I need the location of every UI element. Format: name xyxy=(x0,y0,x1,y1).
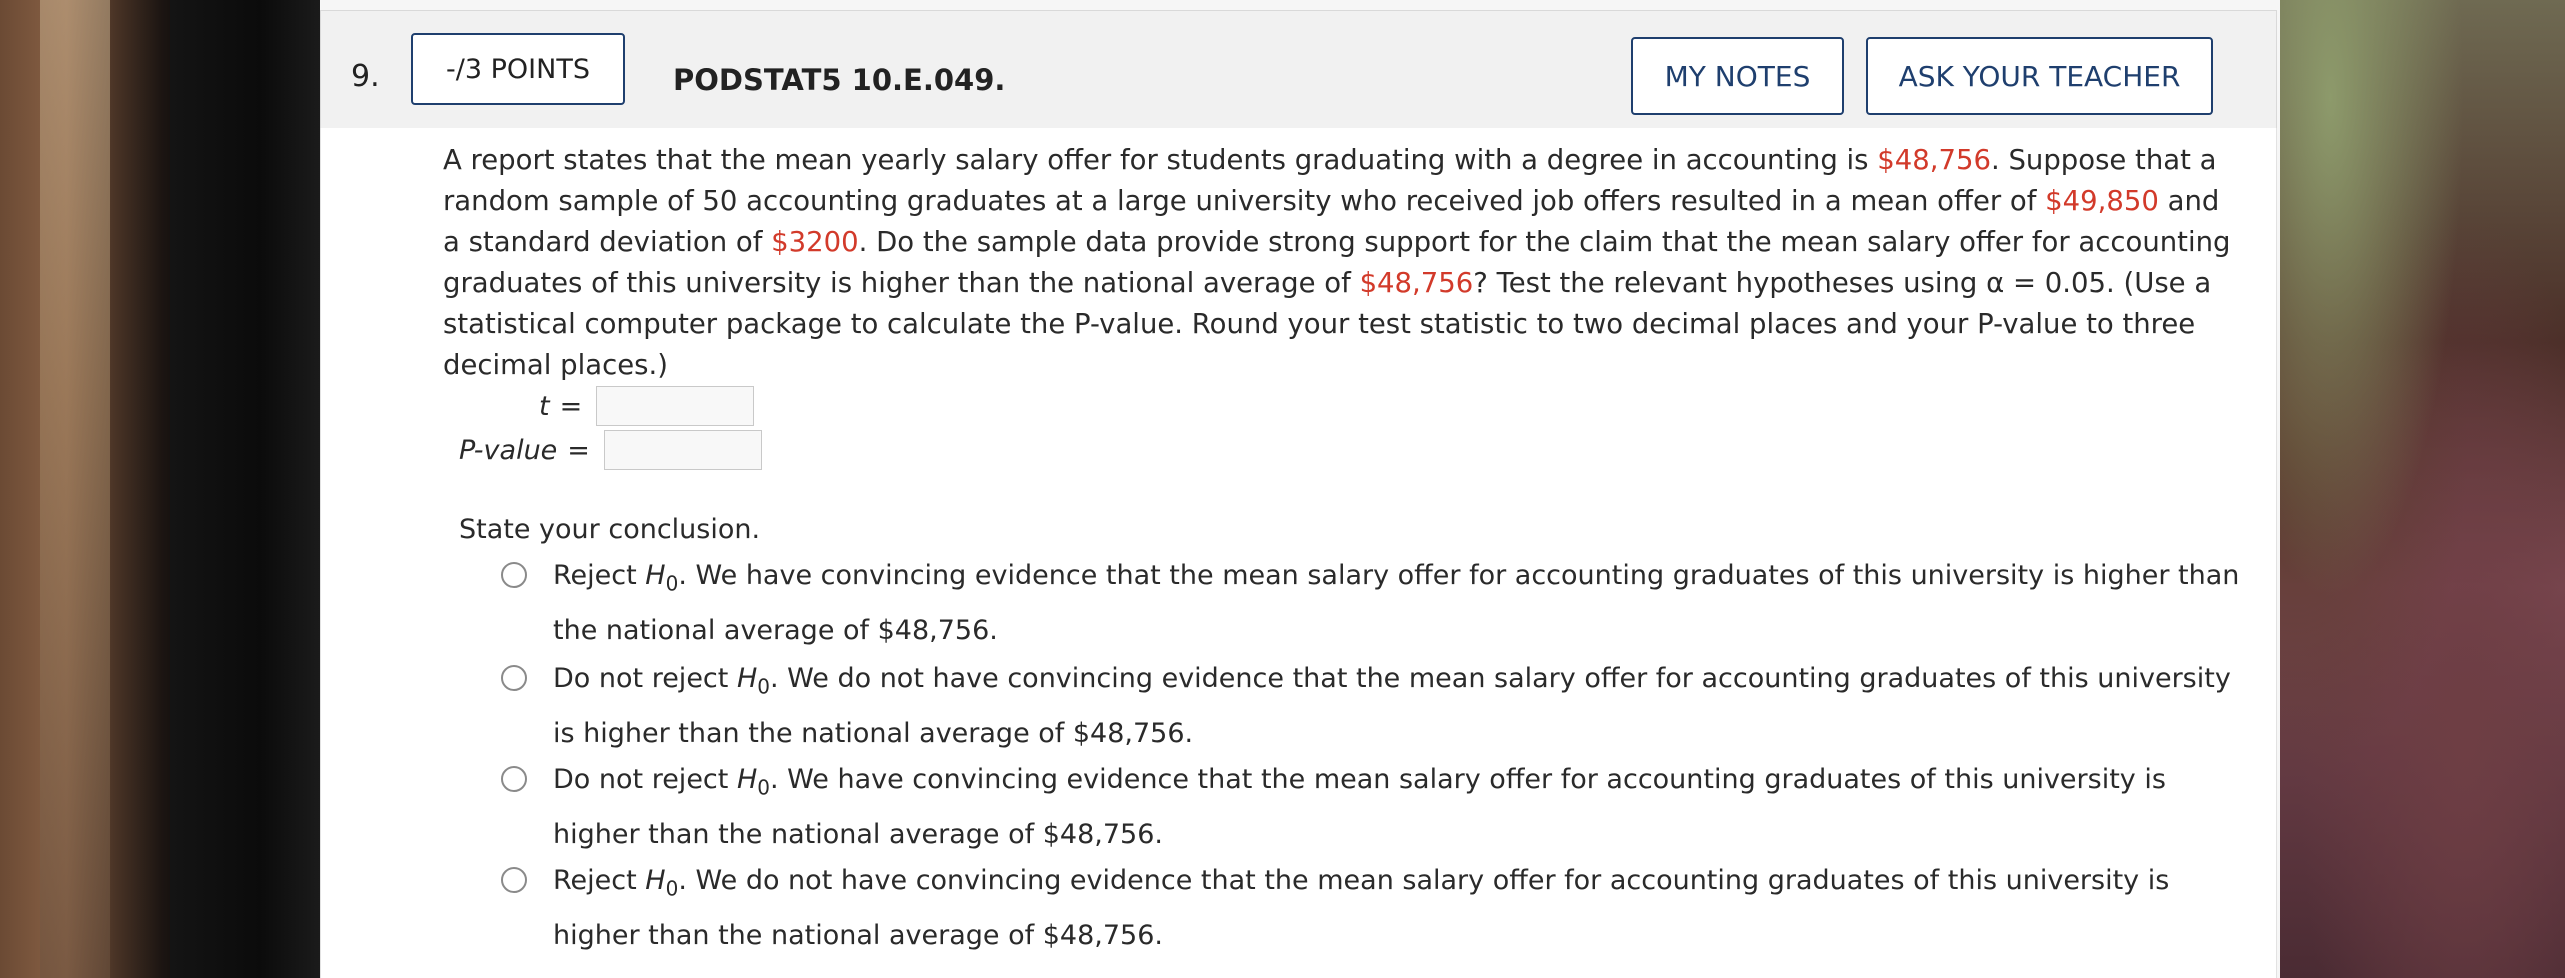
conclusion-prompt: State your conclusion. xyxy=(459,514,761,545)
p-value-label: P-value xyxy=(459,434,558,466)
national-average-value: $48,756 xyxy=(1877,144,1991,176)
option-1-radio[interactable] xyxy=(501,562,527,588)
option-1-label: Reject H0. We have convincing evidence t… xyxy=(553,560,2240,647)
std-dev-value: $3200 xyxy=(771,226,859,258)
problem-text-1: A report states that the mean yearly sal… xyxy=(443,144,1878,176)
national-average-value-2: $48,756 xyxy=(1359,267,1474,299)
p-value-input[interactable] xyxy=(603,430,762,470)
problem-statement: A report states that the mean yearly sal… xyxy=(443,140,2233,386)
p-value-row: P-value = xyxy=(459,430,762,470)
t-label: t xyxy=(539,390,550,422)
question-header: 9. -/3 POINTS PODSTAT5 10.E.049. MY NOTE… xyxy=(320,10,2277,130)
option-3-radio[interactable] xyxy=(501,766,527,792)
question-code: PODSTAT5 10.E.049. xyxy=(673,63,1006,97)
question-page: 9. -/3 POINTS PODSTAT5 10.E.049. MY NOTE… xyxy=(320,0,2280,978)
option-2-label: Do not reject H0. We do not have convinc… xyxy=(553,663,2231,750)
question-number: 9. xyxy=(351,59,380,94)
points-button[interactable]: -/3 POINTS xyxy=(411,33,625,105)
option-2-radio[interactable] xyxy=(501,665,527,691)
option-3-label: Do not reject H0. We have convincing evi… xyxy=(553,764,2166,851)
option-4-label: Reject H0. We do not have convincing evi… xyxy=(553,865,2170,952)
background-desk xyxy=(0,0,190,978)
background-shelf xyxy=(40,0,110,978)
t-statistic-row: t = xyxy=(539,386,755,426)
t-statistic-input[interactable] xyxy=(596,386,755,426)
option-4-radio[interactable] xyxy=(501,867,527,893)
t-equals: = xyxy=(559,390,583,422)
monitor-bezel xyxy=(170,0,320,978)
ask-teacher-button[interactable]: ASK YOUR TEACHER xyxy=(1866,37,2213,115)
my-notes-button[interactable]: MY NOTES xyxy=(1631,37,1844,115)
question-content: A report states that the mean yearly sal… xyxy=(320,128,2277,978)
sample-mean-value: $49,850 xyxy=(2045,185,2159,217)
desktop-wallpaper xyxy=(2230,0,2565,978)
p-value-equals: = xyxy=(567,434,590,466)
